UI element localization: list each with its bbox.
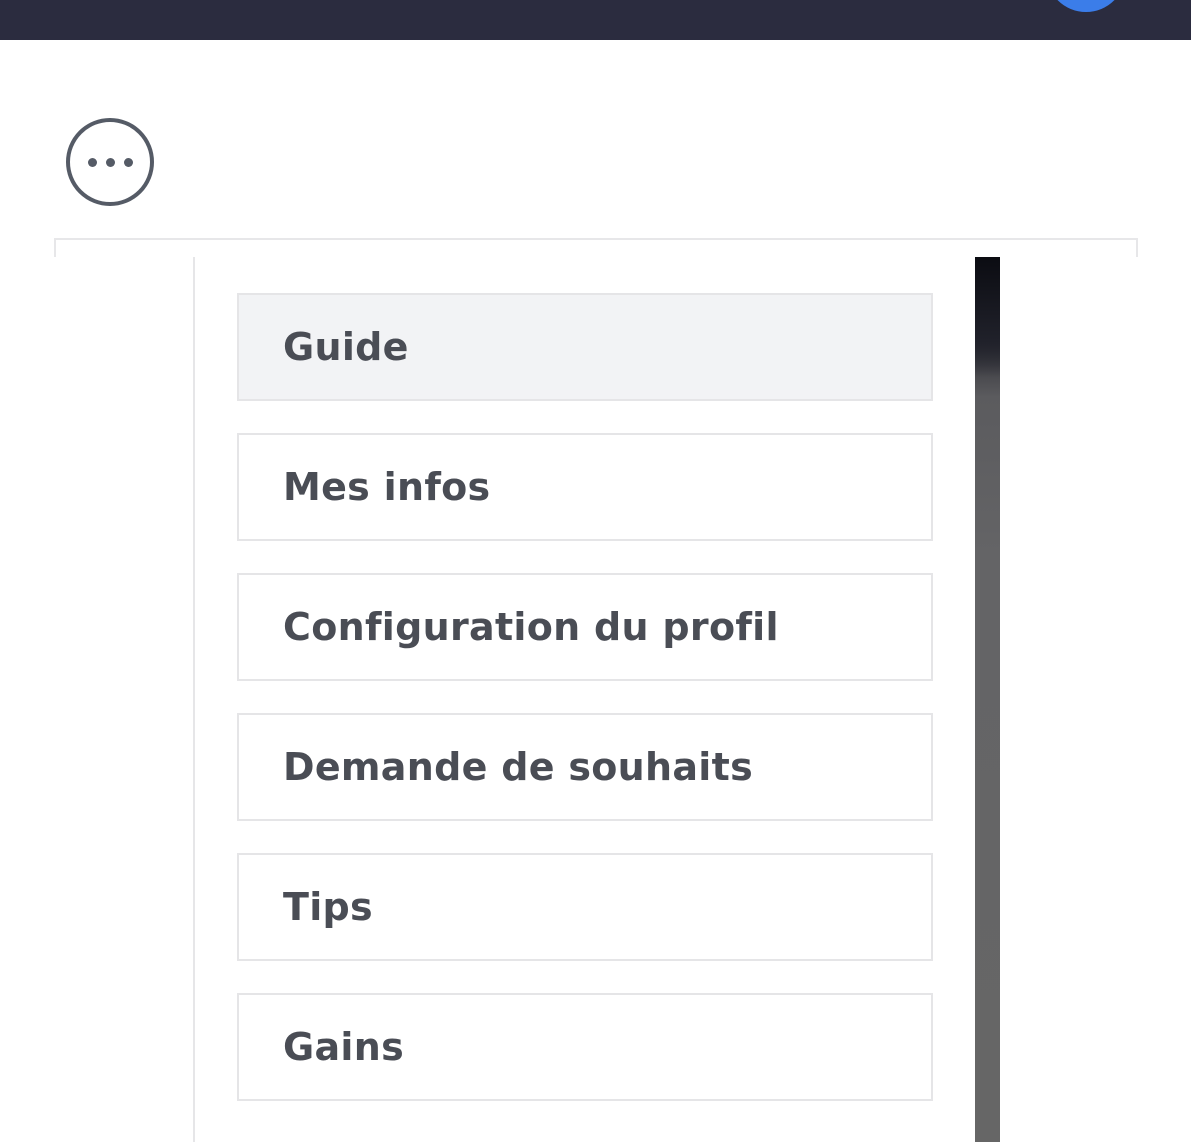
menu-item-label: Mes infos — [283, 465, 491, 509]
menu-item-label: Tips — [283, 885, 373, 929]
menu-item-label: Demande de souhaits — [283, 745, 753, 789]
scrollbar-thumb[interactable] — [975, 257, 1000, 377]
more-horizontal-icon-dot — [87, 157, 97, 167]
menu-item-tips[interactable]: Tips — [237, 853, 933, 961]
options-menu: Guide Mes infos Configuration du profil … — [237, 293, 933, 1133]
more-horizontal-icon-dot — [123, 157, 133, 167]
menu-item-demande-de-souhaits[interactable]: Demande de souhaits — [237, 713, 933, 821]
menu-item-label: Gains — [283, 1025, 405, 1069]
menu-divider — [193, 257, 195, 1142]
menu-item-guide[interactable]: Guide — [237, 293, 933, 401]
more-horizontal-icon-dot — [105, 157, 115, 167]
user-avatar[interactable] — [1046, 0, 1126, 12]
menu-item-label: Guide — [283, 325, 409, 369]
menu-item-mes-infos[interactable]: Mes infos — [237, 433, 933, 541]
scrollbar[interactable] — [975, 257, 1000, 1142]
top-navigation-bar — [0, 0, 1191, 40]
menu-item-gains[interactable]: Gains — [237, 993, 933, 1101]
dropdown-panel-frame — [54, 238, 1138, 257]
more-options-button[interactable] — [66, 118, 154, 206]
menu-item-configuration-du-profil[interactable]: Configuration du profil — [237, 573, 933, 681]
menu-item-label: Configuration du profil — [283, 605, 779, 649]
